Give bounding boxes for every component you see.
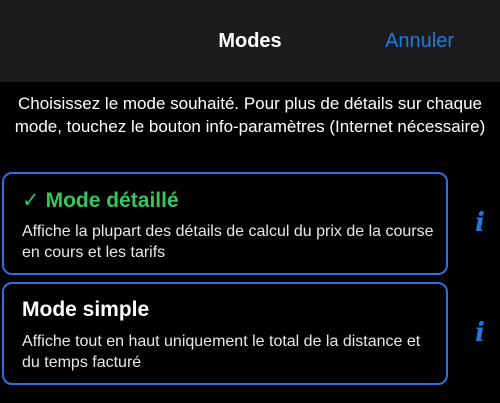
mode-simple-card[interactable]: Mode simple Affiche tout en haut uniquem… [2, 282, 448, 385]
info-icon[interactable]: i [468, 208, 492, 238]
cancel-button[interactable]: Annuler [385, 30, 454, 53]
mode-detailed-card[interactable]: ✓ Mode détaillé Affiche la plupart des dé… [2, 172, 448, 275]
intro-text: Choisissez le mode souhaité. Pour plus d… [14, 94, 486, 136]
navigation-bar: Modes Annuler [0, 0, 500, 82]
mode-detailed-label: Mode détaillé [45, 189, 179, 212]
mode-simple-description: Affiche tout en haut uniquement le total… [22, 333, 421, 371]
info-icon[interactable]: i [468, 318, 492, 348]
mode-detailed-title: ✓ Mode détaillé [22, 188, 179, 213]
mode-simple-title: Mode simple [22, 298, 149, 322]
checkmark-icon: ✓ [22, 189, 40, 212]
mode-detailed-description: Affiche la plupart des détails de calcul… [22, 223, 434, 261]
mode-simple-label: Mode simple [22, 298, 150, 321]
